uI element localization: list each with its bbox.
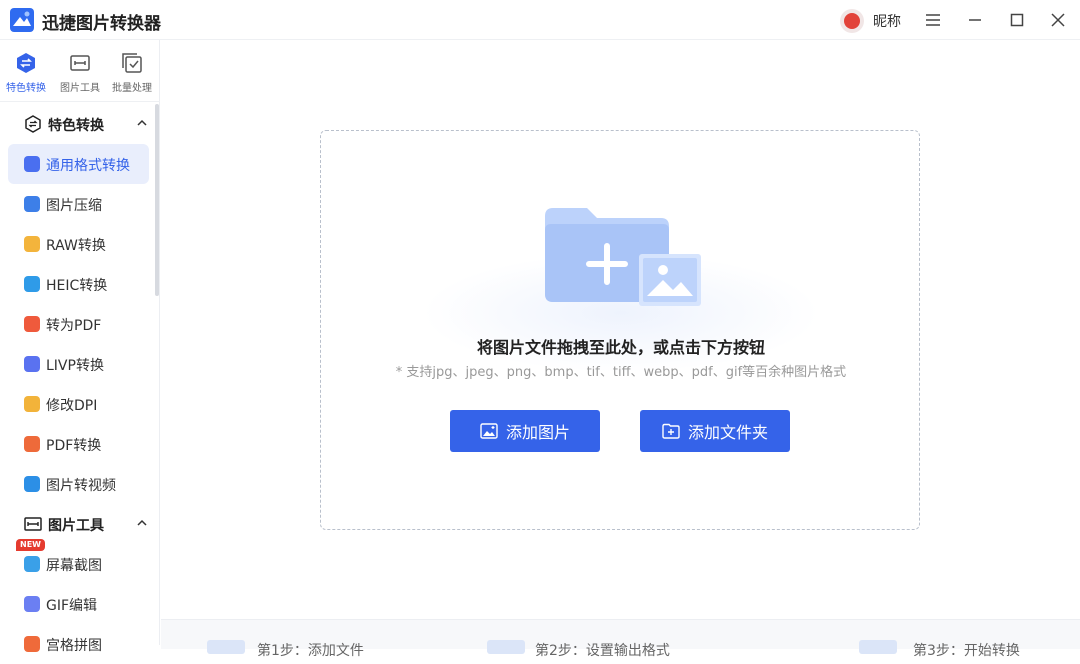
drop-headline: 将图片文件拖拽至此处，或点击下方按钮 — [476, 338, 765, 357]
sidebar-item-label: 通用格式转换 — [46, 158, 130, 174]
section-feature-convert[interactable]: 特色转换 — [0, 104, 160, 144]
sidebar-item-screenshot[interactable]: NEW 屏幕截图 — [8, 539, 149, 584]
sidebar-item-grid-collage[interactable]: 宫格拼图 — [8, 624, 149, 664]
step-2-icon — [487, 640, 525, 654]
grid-collage-icon — [24, 636, 40, 652]
gif-icon — [24, 596, 40, 612]
tab-label: 批量处理 — [112, 83, 152, 94]
nickname-label[interactable]: 昵称 — [873, 11, 901, 31]
sidebar-item-label: 图片压缩 — [46, 198, 102, 214]
sidebar-item-raw[interactable]: RAW转换 — [8, 224, 149, 264]
sidebar-item-label: RAW转换 — [46, 238, 106, 254]
new-badge: NEW — [16, 539, 45, 551]
sidebar-item-label: PDF转换 — [46, 438, 102, 454]
chevron-up-icon — [137, 519, 147, 526]
sidebar-item-livp[interactable]: LIVP转换 — [8, 344, 149, 384]
sidebar-item-format-convert[interactable]: 通用格式转换 — [8, 144, 149, 184]
app-logo-icon — [10, 8, 34, 32]
sidebar-item-label: HEIC转换 — [46, 278, 108, 294]
section-image-tools[interactable]: 图片工具 — [0, 504, 160, 544]
minimize-icon — [969, 19, 981, 21]
feature-convert-icon — [25, 115, 41, 133]
folder-add-icon — [662, 423, 680, 439]
tab-image-tools[interactable]: 图片工具 — [54, 52, 106, 96]
section-label: 特色转换 — [48, 118, 104, 134]
sidebar-item-compress[interactable]: 图片压缩 — [8, 184, 149, 224]
batch-process-icon — [122, 53, 142, 73]
step-1-label: 第1步：添加文件 — [257, 643, 364, 659]
maximize-icon — [1010, 13, 1024, 27]
tab-batch-process[interactable]: 批量处理 — [106, 52, 158, 96]
add-folder-illustration-icon — [545, 208, 701, 306]
sidebar-item-to-video[interactable]: 图片转视频 — [8, 464, 149, 504]
add-image-button[interactable]: 添加图片 — [450, 410, 600, 452]
pdf-convert-icon — [24, 436, 40, 452]
sidebar-item-to-pdf[interactable]: 转为PDF — [8, 304, 149, 344]
sidebar-item-label: GIF编辑 — [46, 598, 98, 614]
step-1-icon — [207, 640, 245, 654]
menu-button[interactable] — [922, 9, 944, 31]
image-tools-icon — [70, 55, 90, 71]
step-3-icon — [859, 640, 897, 654]
sidebar-item-label: LIVP转换 — [46, 358, 104, 374]
close-button[interactable] — [1047, 9, 1069, 31]
supported-formats-text: * 支持jpg、jpeg、png、bmp、tif、tiff、webp、pdf、g… — [395, 365, 847, 380]
image-icon — [480, 423, 498, 439]
format-convert-icon — [24, 156, 40, 172]
dpi-icon — [24, 396, 40, 412]
title-bar: 迅捷图片转换器 昵称 — [0, 0, 1080, 40]
menu-icon — [926, 14, 940, 26]
avatar[interactable] — [840, 9, 864, 33]
feature-convert-icon — [17, 53, 35, 73]
sidebar-item-dpi[interactable]: 修改DPI — [8, 384, 149, 424]
maximize-button[interactable] — [1006, 9, 1028, 31]
app-title: 迅捷图片转换器 — [42, 14, 161, 34]
pdf-icon — [24, 316, 40, 332]
screenshot-icon — [24, 556, 40, 572]
sidebar-item-label: 屏幕截图 — [46, 558, 102, 574]
tab-feature-convert[interactable]: 特色转换 — [0, 52, 52, 96]
sidebar-item-label: 转为PDF — [46, 318, 102, 334]
livp-icon — [24, 356, 40, 372]
sidebar-item-heic[interactable]: HEIC转换 — [8, 264, 149, 304]
sidebar-item-label: 图片转视频 — [46, 478, 116, 494]
tab-label: 特色转换 — [6, 83, 46, 94]
step-3-label: 第3步：开始转换 — [913, 643, 1020, 659]
add-folder-label: 添加文件夹 — [687, 423, 768, 442]
video-icon — [24, 476, 40, 492]
compress-icon — [24, 196, 40, 212]
heic-icon — [24, 276, 40, 292]
sidebar-item-pdf-convert[interactable]: PDF转换 — [8, 424, 149, 464]
top-category-bar: 特色转换 图片工具 批量处理 — [0, 40, 160, 102]
main-panel: 将图片文件拖拽至此处，或点击下方按钮 * 支持jpg、jpeg、png、bmp、… — [161, 41, 1080, 659]
sidebar-item-label: 修改DPI — [46, 398, 98, 414]
step-2-label: 第2步：设置输出格式 — [535, 643, 670, 659]
sidebar-item-label: 宫格拼图 — [46, 638, 102, 654]
image-tools-icon — [24, 517, 42, 531]
sidebar-item-gif[interactable]: GIF编辑 — [8, 584, 149, 624]
raw-icon — [24, 236, 40, 252]
file-drop-zone[interactable]: 将图片文件拖拽至此处，或点击下方按钮 * 支持jpg、jpeg、png、bmp、… — [320, 130, 920, 530]
section-label: 图片工具 — [48, 518, 104, 534]
chevron-up-icon — [137, 119, 147, 126]
minimize-button[interactable] — [964, 9, 986, 31]
add-folder-button[interactable]: 添加文件夹 — [640, 410, 790, 452]
close-icon — [1051, 13, 1065, 27]
tab-label: 图片工具 — [60, 83, 100, 94]
sidebar: 特色转换 图片工具 批量处理 特色转换 通用格式转换 图片压缩 RAW转换 HE… — [0, 40, 160, 654]
add-image-label: 添加图片 — [505, 423, 570, 442]
